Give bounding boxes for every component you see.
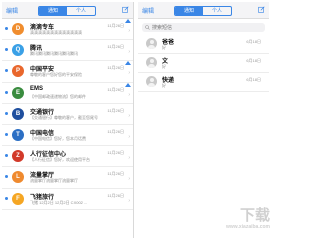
chevron-right-icon: ›	[128, 70, 130, 77]
message-list: D 滴滴专车 11月26日 滴滴滴滴滴滴滴滴滴滴滴滴滴 › Q 腾讯 11月26日 腾讯腾讯腾讯…	[2, 19, 133, 210]
message-preview: 【人行征信】您好，欢迎使用平台	[30, 157, 90, 163]
search-input[interactable]	[152, 23, 252, 32]
message-preview: 飞猪 12月2日 12月2日 CX002 ...	[30, 199, 88, 205]
avatar-icon	[146, 76, 157, 87]
chevron-right-icon: ›	[128, 176, 130, 183]
unread-dot	[5, 175, 8, 179]
message-date: 11月26日	[107, 128, 124, 134]
compose-icon[interactable]	[122, 6, 129, 13]
contact-row[interactable]: 快递好 6月18日	[138, 73, 269, 92]
message-preview: 【中国邮政速递物流】您的邮件	[30, 93, 86, 99]
message-date: 11月26日	[107, 107, 124, 113]
sender-logo-icon: D	[12, 23, 24, 35]
tab-notifications[interactable]: 通知	[175, 7, 203, 15]
tab-personal[interactable]: 个人	[67, 7, 95, 15]
nav-bar: 编辑 通知 个人	[2, 2, 133, 19]
search-bar	[142, 23, 265, 32]
message-preview: 【中国电信】您好，您本月话费	[30, 135, 86, 141]
message-date: 11月26日	[107, 65, 124, 71]
sender-logo-icon: Z	[12, 150, 24, 163]
compose-icon[interactable]	[258, 6, 265, 13]
sender-logo-icon: B	[12, 107, 24, 120]
message-preview: 流量掌厅流量掌厅流量掌厅	[30, 178, 78, 184]
message-row[interactable]: F 飞猪旅行 11月26日 飞猪 12月2日 12月2日 CX002 ... ›	[2, 189, 133, 210]
sender-logo-icon: E	[12, 86, 24, 99]
message-row[interactable]: P 中国平安 11月26日 尊敬的客户您好您的平安保险 ›	[2, 61, 133, 83]
message-preview: 【交通银行】尊敬的客户，截至您尾号	[30, 114, 98, 120]
unread-dot	[5, 69, 8, 73]
contact-row[interactable]: 爸爸好 6月18日	[138, 35, 269, 54]
chevron-right-icon: ›	[128, 49, 130, 56]
tab-notifications[interactable]: 通知	[39, 7, 67, 15]
sender-logo-icon: F	[12, 192, 24, 205]
contact-preview: 好	[162, 83, 166, 88]
nav-bar: 编辑 通知 个人	[138, 2, 269, 19]
chevron-right-icon: ›	[128, 197, 130, 204]
segmented-control: 通知 个人	[174, 6, 232, 16]
tab-personal[interactable]: 个人	[203, 7, 231, 15]
message-row[interactable]: B 交通银行 11月26日 【交通银行】尊敬的客户，截至您尾号 ›	[2, 104, 133, 125]
avatar-icon	[146, 38, 157, 49]
personal-panel: 编辑 通知 个人 爸爸好6月18日文好6月18日快递好6月18日	[138, 2, 269, 238]
unread-dot	[5, 111, 8, 115]
message-row[interactable]: L 流量掌厅 11月26日 流量掌厅流量掌厅流量掌厅 ›	[2, 167, 133, 189]
message-date: 11月26日	[107, 150, 124, 156]
message-preview: 尊敬的客户您好您的平安保险	[30, 72, 82, 78]
watermark: 下载 www.xiazaiba.com	[226, 208, 270, 238]
unread-dot	[5, 27, 8, 30]
watermark-main: 下载	[239, 207, 270, 224]
message-row[interactable]: T 中国电信 11月26日 【中国电信】您好，您本月话费 ›	[2, 125, 133, 147]
chevron-right-icon: ›	[128, 91, 130, 98]
chevron-right-icon: ›	[128, 133, 130, 140]
message-row[interactable]: D 滴滴专车 11月26日 滴滴滴滴滴滴滴滴滴滴滴滴滴 ›	[2, 19, 133, 41]
sender-logo-icon: T	[12, 128, 24, 141]
chevron-right-icon: ›	[128, 155, 130, 162]
message-row[interactable]: Q 腾讯 11月26日 腾讯腾讯腾讯腾讯腾讯腾讯 ›	[2, 40, 133, 62]
contact-date: 6月18日	[246, 39, 261, 44]
contact-preview: 好	[162, 45, 166, 50]
watermark-sub: www.xiazaiba.com	[226, 224, 270, 230]
sender-name: EMS	[30, 85, 44, 92]
message-date: 11月26日	[107, 23, 124, 28]
unread-dot	[5, 196, 8, 200]
contact-row[interactable]: 文好 6月18日	[138, 54, 269, 73]
unread-dot	[5, 154, 8, 158]
sender-logo-icon: Q	[12, 44, 24, 57]
edit-button[interactable]: 编辑	[6, 6, 18, 15]
message-preview: 滴滴滴滴滴滴滴滴滴滴滴滴滴	[30, 30, 82, 35]
chevron-right-icon: ›	[128, 112, 130, 119]
message-date: 11月26日	[107, 171, 124, 177]
sender-logo-icon: L	[12, 171, 24, 184]
contact-date: 6月18日	[246, 77, 261, 82]
contact-date: 6月18日	[246, 58, 261, 63]
flag-icon	[125, 82, 131, 87]
flag-icon	[125, 61, 131, 66]
avatar-icon	[146, 57, 157, 68]
message-preview: 腾讯腾讯腾讯腾讯腾讯腾讯	[30, 51, 78, 57]
unread-dot	[5, 48, 8, 52]
flag-icon	[125, 19, 131, 23]
message-row[interactable]: E EMS 11月26日【中国邮政速递物流】您的邮件 ›	[2, 82, 133, 104]
notifications-panel: 编辑 通知 个人 D 滴滴专车 11月26日 滴滴滴滴滴滴滴滴滴滴滴滴滴 › Q 腾讯 11月…	[2, 2, 134, 238]
segmented-control: 通知 个人	[38, 6, 96, 16]
sender-logo-icon: P	[12, 65, 24, 78]
edit-button[interactable]: 编辑	[142, 6, 154, 15]
unread-dot	[5, 132, 8, 136]
message-row[interactable]: Z 人行征信中心 11月26日 【人行征信】您好，欢迎使用平台 ›	[2, 146, 133, 168]
message-date: 11月26日	[107, 44, 124, 50]
message-date: 11月26日	[107, 86, 124, 92]
chevron-right-icon: ›	[128, 28, 130, 34]
unread-dot	[5, 90, 8, 94]
message-date: 11月26日	[107, 192, 124, 198]
search-icon	[145, 25, 150, 30]
contact-preview: 好	[162, 64, 166, 69]
